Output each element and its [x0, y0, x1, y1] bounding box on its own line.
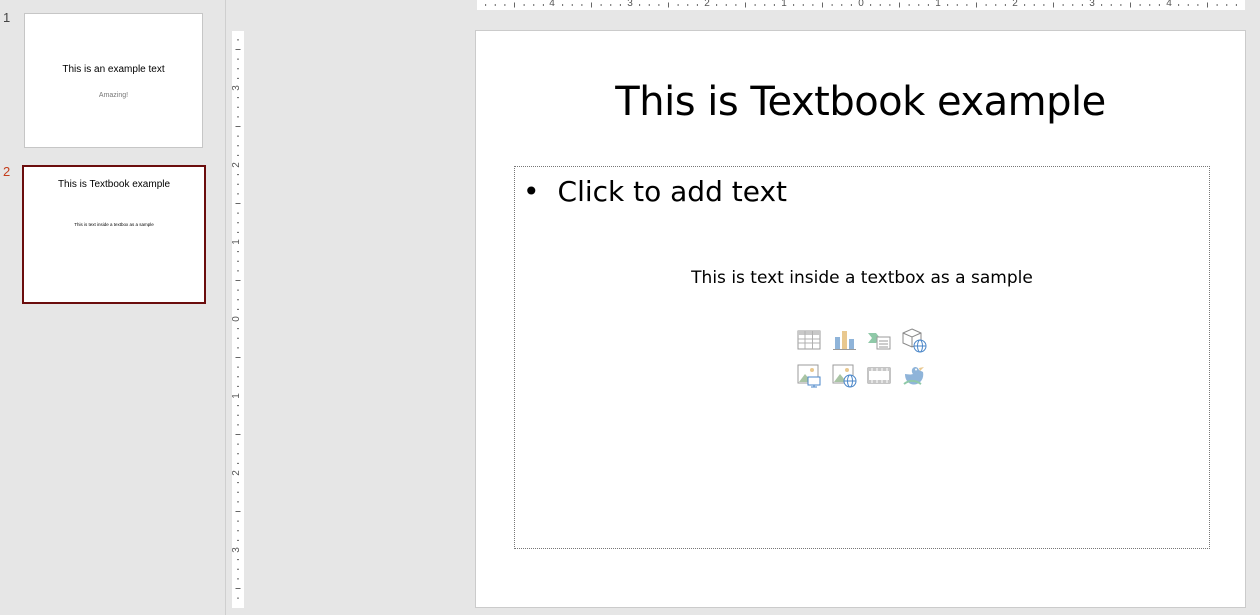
insert-3d-model-icon[interactable]	[901, 327, 927, 353]
ruler-label: 2	[704, 0, 710, 9]
slide-number-1: 1	[3, 10, 11, 25]
insert-icons-icon[interactable]	[901, 362, 927, 388]
slide-number-2: 2	[3, 164, 11, 179]
ruler-label: 3	[230, 547, 242, 553]
ruler-label: 1	[230, 239, 242, 245]
ruler-label: 4	[549, 0, 555, 9]
slide-thumbnail-2[interactable]: This is Textbook example This is text in…	[22, 165, 206, 304]
ruler-label: 4	[1166, 0, 1172, 9]
thumbnail-title: This is Textbook example	[57, 179, 171, 190]
insert-smartart-icon[interactable]	[866, 327, 892, 353]
placeholder-prompt[interactable]: • Click to add text	[523, 175, 787, 208]
pane-splitter[interactable]	[225, 0, 226, 615]
ruler-label: 2	[1012, 0, 1018, 9]
vertical-ruler[interactable]: 3 2 1 0 1 2 3	[230, 31, 244, 608]
placeholder-text: Click to add text	[557, 175, 788, 208]
thumbnail-title: This is an example text	[62, 64, 165, 75]
ruler-label: 2	[230, 162, 242, 168]
insert-table-icon[interactable]	[796, 327, 822, 353]
content-placeholder[interactable]: • Click to add text This is text inside a…	[514, 166, 1210, 549]
bullet-point: •	[523, 175, 540, 208]
slide-thumbnail-1[interactable]: This is an example text Amazing!	[24, 13, 203, 148]
slide-title[interactable]: This is Textbook example	[476, 79, 1245, 125]
ruler-label: 1	[935, 0, 941, 9]
ruler-label: 1	[781, 0, 787, 9]
sample-textbox[interactable]: This is text inside a textbox as a sampl…	[515, 268, 1209, 288]
insert-picture-icon[interactable]	[796, 362, 822, 388]
insert-video-icon[interactable]	[866, 362, 892, 388]
ruler-label: 1	[230, 393, 242, 399]
ruler-label: 3	[627, 0, 633, 9]
thumbnail-subtitle: Amazing!	[98, 92, 129, 99]
ruler-label: 3	[1089, 0, 1095, 9]
ruler-label: 0	[230, 316, 242, 322]
insert-chart-icon[interactable]	[831, 327, 857, 353]
insert-content-icon-group	[796, 327, 936, 391]
thumbnail-body-text: This is text inside a textbox as a sampl…	[74, 222, 154, 227]
slide-canvas[interactable]: This is Textbook example • Click to add t…	[475, 30, 1246, 608]
ruler-label: 2	[230, 470, 242, 476]
horizontal-ruler[interactable]: 4 3 2 1 0 1 2 3 4	[477, 0, 1245, 10]
ruler-label: 3	[230, 85, 242, 91]
insert-online-picture-icon[interactable]	[831, 362, 857, 388]
slide-thumbnail-pane: 1 This is an example text Amazing! 2 Thi…	[0, 0, 225, 615]
ruler-label: 0	[858, 0, 864, 9]
